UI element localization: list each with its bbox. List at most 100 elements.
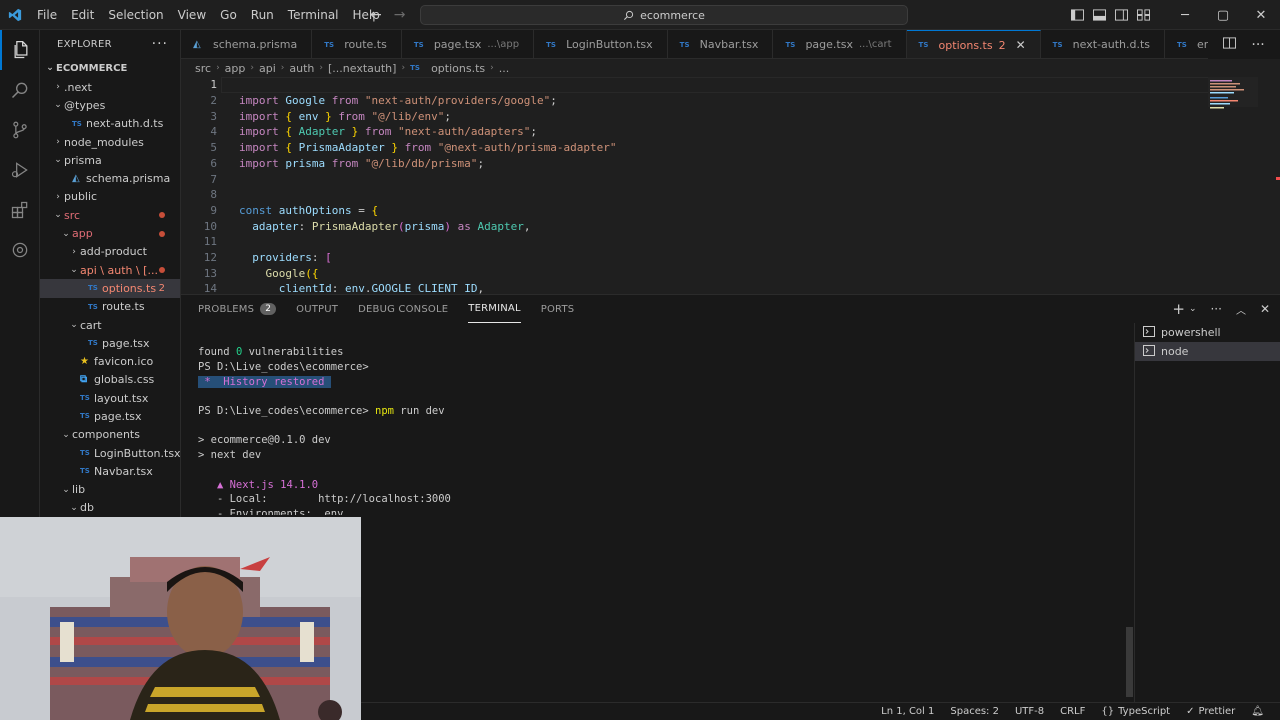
close-panel-icon[interactable]: ✕ xyxy=(1260,302,1270,316)
menu-edit[interactable]: Edit xyxy=(64,0,101,30)
breadcrumb-item[interactable]: options.ts xyxy=(431,62,485,75)
tree-item[interactable]: TS next-auth.d.ts xyxy=(40,115,180,133)
tree-item[interactable]: ⌄ api \ auth \ [... xyxy=(40,261,180,279)
tree-item[interactable]: ⌄ prisma xyxy=(40,151,180,169)
terminal-instance[interactable]: node xyxy=(1135,342,1280,361)
editor-tab[interactable]: TS page.tsx ...\app xyxy=(402,30,535,58)
cursor-position[interactable]: Ln 1, Col 1 xyxy=(881,706,934,717)
tree-item[interactable]: › add-product xyxy=(40,243,180,261)
breadcrumb-item[interactable]: auth xyxy=(289,62,314,75)
split-editor-icon[interactable] xyxy=(1223,37,1237,52)
terminal-line: - Local: http://localhost:3000 xyxy=(198,492,1128,507)
code-token: } xyxy=(351,125,365,139)
back-arrow-icon[interactable]: ← xyxy=(370,7,382,23)
maximize-panel-icon[interactable]: ︿ xyxy=(1236,302,1246,317)
customize-layout-icon[interactable] xyxy=(1132,0,1154,30)
terminal-scrollbar[interactable] xyxy=(1126,627,1133,697)
chevron-down-icon[interactable]: ⌄ xyxy=(1189,304,1197,314)
explorer-icon[interactable] xyxy=(0,30,40,70)
toggle-primary-sidebar-icon[interactable] xyxy=(1066,0,1088,30)
search-activity-icon[interactable] xyxy=(0,70,40,110)
minimap[interactable] xyxy=(1194,77,1280,294)
tree-item-label: cart xyxy=(80,318,102,332)
menu-go[interactable]: Go xyxy=(213,0,244,30)
remote-explorer-icon[interactable] xyxy=(0,230,40,270)
menu-file[interactable]: File xyxy=(30,0,64,30)
tree-item[interactable]: ⌄ components xyxy=(40,426,180,444)
editor-tab[interactable]: TS next-auth.d.ts xyxy=(1041,30,1166,58)
tree-item[interactable]: ⌄ src xyxy=(40,206,180,224)
tree-item[interactable]: ⌄ db xyxy=(40,499,180,517)
more-editor-actions-icon[interactable]: ··· xyxy=(1251,37,1264,53)
extensions-icon[interactable] xyxy=(0,190,40,230)
menu-selection[interactable]: Selection xyxy=(101,0,170,30)
maximize-icon[interactable]: ▢ xyxy=(1204,0,1242,30)
editor-tab[interactable]: TS page.tsx ...\cart xyxy=(773,30,907,58)
tree-item[interactable]: TS LoginButton.tsx xyxy=(40,444,180,462)
prettier-status[interactable]: ✓ Prettier xyxy=(1186,706,1235,717)
tree-item[interactable]: TS page.tsx xyxy=(40,334,180,352)
code-line: 12 providers: [ xyxy=(181,250,1181,266)
code-token: env xyxy=(298,109,326,123)
tree-item[interactable]: › public xyxy=(40,188,180,206)
code-token: : xyxy=(331,282,345,294)
tree-item[interactable]: TS route.ts xyxy=(40,298,180,316)
editor-tab[interactable]: TS options.ts 2 ✕ xyxy=(906,30,1041,58)
editor-tab[interactable]: TS LoginButton.tsx xyxy=(534,30,668,58)
editor-tab[interactable]: TS Navbar.tsx xyxy=(668,30,774,58)
source-control-icon[interactable] xyxy=(0,110,40,150)
line-ending[interactable]: CRLF xyxy=(1060,706,1085,717)
more-panel-actions-icon[interactable]: ··· xyxy=(1210,302,1221,316)
language-mode[interactable]: {} TypeScript xyxy=(1101,706,1170,717)
editor-tab[interactable]: TS route.ts xyxy=(312,30,402,58)
tree-item[interactable]: ⌄ cart xyxy=(40,316,180,334)
toggle-secondary-sidebar-icon[interactable] xyxy=(1110,0,1132,30)
panel-tab-ports[interactable]: PORTS xyxy=(541,295,575,323)
tree-item[interactable]: › node_modules xyxy=(40,133,180,151)
minimize-icon[interactable]: ─ xyxy=(1166,0,1204,30)
run-debug-icon[interactable] xyxy=(0,150,40,190)
close-tab-icon[interactable]: ✕ xyxy=(1016,38,1026,52)
breadcrumb-item[interactable]: src xyxy=(195,62,211,75)
tree-item[interactable]: TS page.tsx xyxy=(40,407,180,425)
command-center-search[interactable]: ecommerce xyxy=(420,5,908,25)
toggle-panel-icon[interactable] xyxy=(1088,0,1110,30)
close-window-icon[interactable]: ✕ xyxy=(1242,0,1280,30)
workspace-root[interactable]: ⌄ ECOMMERCE xyxy=(40,58,180,78)
breadcrumb-item[interactable]: api xyxy=(259,62,276,75)
terminal-instance[interactable]: powershell xyxy=(1135,323,1280,342)
chevron-down-icon: ⌄ xyxy=(70,265,78,276)
editor-tab[interactable]: ◭ schema.prisma xyxy=(181,30,313,58)
tab-label: schema.prisma xyxy=(213,38,298,51)
tree-item[interactable]: TS options.ts 2 xyxy=(40,279,180,298)
notifications-bell-icon[interactable]: 🔔︎ xyxy=(1251,706,1264,717)
breadcrumb-item[interactable]: [...nextauth] xyxy=(328,62,396,75)
terminal-output[interactable]: found 0 vulnerabilities PS D:\Live_codes\… xyxy=(198,345,1128,515)
tree-item[interactable]: TS layout.tsx xyxy=(40,389,180,407)
menu-terminal[interactable]: Terminal xyxy=(281,0,346,30)
breadcrumb-item[interactable]: app xyxy=(225,62,246,75)
tree-item[interactable]: ◭ schema.prisma xyxy=(40,169,180,187)
breadcrumb-item[interactable]: ... xyxy=(499,62,510,75)
tree-item[interactable]: ⧉ globals.css xyxy=(40,371,180,389)
forward-arrow-icon[interactable]: → xyxy=(394,7,406,23)
tree-item[interactable]: › .next xyxy=(40,78,180,96)
code-editor[interactable]: 1 2 import Google from "next-auth/provider… xyxy=(181,77,1280,294)
indentation[interactable]: Spaces: 2 xyxy=(950,706,999,717)
tree-item[interactable]: ★ favicon.ico xyxy=(40,352,180,370)
panel-tab-problems[interactable]: PROBLEMS 2 xyxy=(198,295,277,323)
code-line: 8 xyxy=(181,187,1181,203)
panel-tab-debug-console[interactable]: DEBUG CONSOLE xyxy=(358,295,448,323)
panel-tab-label: OUTPUT xyxy=(296,303,339,315)
panel-tab-output[interactable]: OUTPUT xyxy=(296,295,338,323)
menu-view[interactable]: View xyxy=(171,0,213,30)
panel-tab-terminal[interactable]: TERMINAL xyxy=(468,295,521,323)
new-terminal-icon[interactable]: + xyxy=(1172,300,1185,318)
tree-item[interactable]: ⌄ lib xyxy=(40,481,180,499)
menu-run[interactable]: Run xyxy=(244,0,281,30)
encoding[interactable]: UTF-8 xyxy=(1015,706,1044,717)
tree-item[interactable]: TS Navbar.tsx xyxy=(40,462,180,480)
more-actions-icon[interactable]: ··· xyxy=(152,36,168,52)
tree-item[interactable]: ⌄ @types xyxy=(40,96,180,114)
tree-item[interactable]: ⌄ app xyxy=(40,224,180,242)
